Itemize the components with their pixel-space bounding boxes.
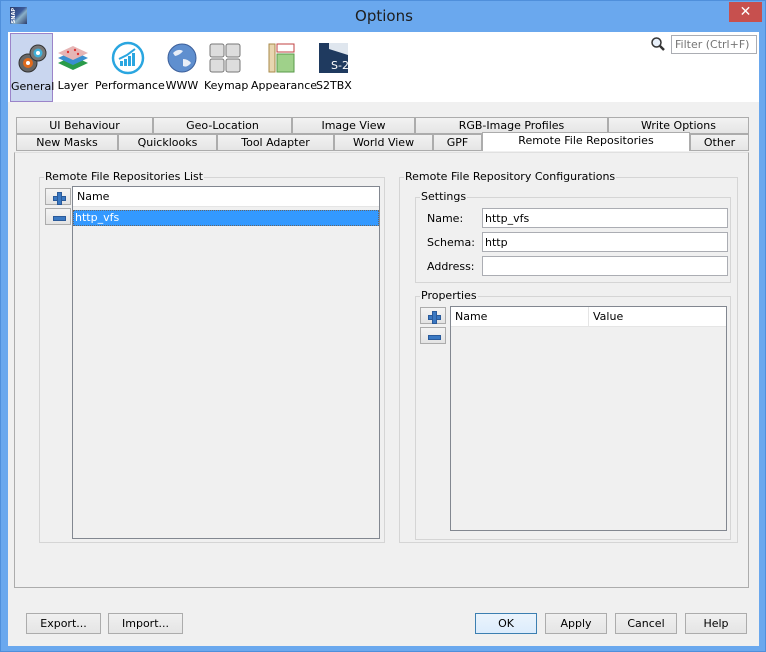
ok-button[interactable]: OK bbox=[475, 613, 537, 634]
tab-new-masks[interactable]: New Masks bbox=[16, 134, 118, 151]
search-icon bbox=[651, 37, 665, 51]
keyboard-keys-icon bbox=[209, 43, 241, 73]
tab-tool-adapter[interactable]: Tool Adapter bbox=[217, 134, 334, 151]
address-field[interactable] bbox=[482, 256, 728, 276]
remove-property-button[interactable] bbox=[420, 327, 446, 344]
group-title: Remote File Repository Configurations bbox=[404, 170, 617, 183]
category-www[interactable]: WWW bbox=[165, 33, 199, 102]
tab-row-bottom: New Masks Quicklooks Tool Adapter World … bbox=[16, 132, 750, 151]
category-general[interactable]: General bbox=[10, 33, 55, 102]
tab-quicklooks[interactable]: Quicklooks bbox=[118, 134, 217, 151]
export-button-label: Export... bbox=[40, 617, 87, 630]
dialog-body: General Layer Performance WWW Keymap App… bbox=[8, 32, 759, 646]
appearance-layout-icon bbox=[268, 43, 295, 73]
category-label: Keymap bbox=[204, 79, 249, 92]
table-header: Name bbox=[73, 187, 379, 207]
help-button[interactable]: Help bbox=[685, 613, 747, 634]
export-button[interactable]: Export... bbox=[26, 613, 101, 634]
window-title: Options bbox=[355, 7, 413, 25]
properties-table: Name Value bbox=[450, 306, 727, 531]
table-header: Name Value bbox=[451, 307, 726, 327]
settings-group: Settings Name: Schema: Address: bbox=[415, 190, 731, 283]
filter-input[interactable] bbox=[671, 35, 757, 54]
category-label: WWW bbox=[165, 79, 199, 92]
remote-file-repositories-list-group: Remote File Repositories List Name http_… bbox=[39, 170, 385, 543]
group-title: Properties bbox=[420, 289, 478, 302]
name-label: Name: bbox=[427, 212, 464, 225]
add-property-button[interactable] bbox=[420, 307, 446, 324]
category-keymap[interactable]: Keymap bbox=[204, 33, 249, 102]
tab-panel: Remote File Repositories List Name http_… bbox=[14, 152, 749, 588]
globe-icon bbox=[167, 43, 197, 73]
category-toolbar: General Layer Performance WWW Keymap App… bbox=[8, 32, 759, 102]
category-performance[interactable]: Performance bbox=[95, 33, 165, 102]
group-title: Remote File Repositories List bbox=[44, 170, 205, 183]
ok-button-label: OK bbox=[498, 617, 514, 630]
tab-gpf[interactable]: GPF bbox=[433, 134, 482, 151]
category-label: Layer bbox=[57, 79, 89, 92]
tab-image-view[interactable]: Image View bbox=[292, 117, 415, 134]
column-header-value[interactable]: Value bbox=[589, 307, 726, 327]
options-window: SNAP Options ✕ General Layer Performance… bbox=[0, 0, 766, 652]
apply-button[interactable]: Apply bbox=[545, 613, 607, 634]
apply-button-label: Apply bbox=[560, 617, 592, 630]
import-button-label: Import... bbox=[122, 617, 169, 630]
remote-file-repository-configurations-group: Remote File Repository Configurations Se… bbox=[399, 170, 738, 543]
help-button-label: Help bbox=[703, 617, 729, 630]
category-label: Appearance bbox=[251, 79, 318, 92]
name-field[interactable] bbox=[482, 208, 728, 228]
cancel-button-label: Cancel bbox=[627, 617, 665, 630]
snap-s2-icon: S-2 bbox=[319, 43, 349, 73]
close-button[interactable]: ✕ bbox=[729, 2, 762, 22]
performance-chart-icon bbox=[111, 41, 145, 75]
title-bar: SNAP Options ✕ bbox=[1, 1, 766, 32]
add-repository-button[interactable] bbox=[45, 188, 71, 205]
repositories-table: Name http_vfs bbox=[72, 186, 380, 539]
tab-other[interactable]: Other bbox=[690, 134, 749, 151]
address-label: Address: bbox=[427, 260, 475, 273]
category-label: S2TBX bbox=[316, 79, 352, 92]
category-layer[interactable]: Layer bbox=[55, 33, 91, 102]
category-label: Performance bbox=[95, 79, 165, 92]
schema-field[interactable] bbox=[482, 232, 728, 252]
svg-text:S-2: S-2 bbox=[331, 59, 349, 72]
tab-geo-location[interactable]: Geo-Location bbox=[153, 117, 292, 134]
column-header-name[interactable]: Name bbox=[73, 187, 373, 207]
gears-icon bbox=[18, 44, 46, 73]
tab-world-view[interactable]: World View bbox=[334, 134, 433, 151]
layers-icon bbox=[58, 46, 88, 70]
tab-ui-behaviour[interactable]: UI Behaviour bbox=[16, 117, 153, 134]
category-s2tbx[interactable]: S-2 S2TBX bbox=[316, 33, 352, 102]
remove-repository-button[interactable] bbox=[45, 208, 71, 225]
group-title: Settings bbox=[420, 190, 468, 203]
tab-remote-file-repositories[interactable]: Remote File Repositories bbox=[482, 132, 690, 151]
column-header-name[interactable]: Name bbox=[451, 307, 589, 327]
category-label: General bbox=[11, 80, 55, 93]
category-appearance[interactable]: Appearance bbox=[251, 33, 318, 102]
table-row[interactable]: http_vfs bbox=[73, 210, 379, 226]
properties-group: Properties Name Value bbox=[415, 289, 731, 540]
schema-label: Schema: bbox=[427, 236, 475, 249]
import-button[interactable]: Import... bbox=[108, 613, 183, 634]
cancel-button[interactable]: Cancel bbox=[615, 613, 677, 634]
